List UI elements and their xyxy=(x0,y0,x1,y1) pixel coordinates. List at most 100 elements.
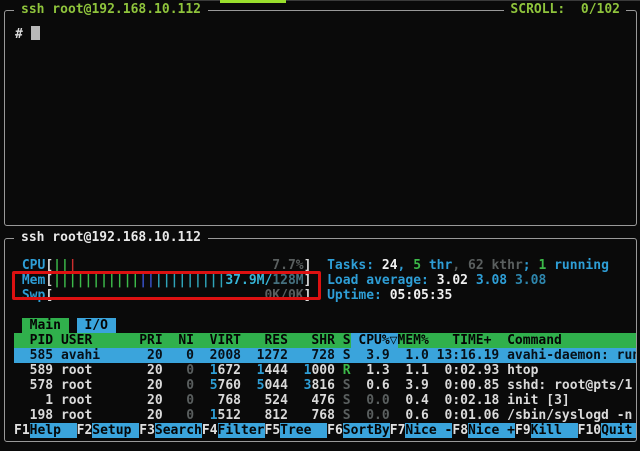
f6-sortby-button[interactable]: SortBy xyxy=(343,423,390,438)
threads-count: 5 xyxy=(413,258,421,273)
process-585-avahi: 585 avahi 20 0 2008 1272 728 S 3.9 1.0 1… xyxy=(14,348,636,363)
process-578-sshd: 578 root 20 xyxy=(14,378,178,393)
f3-key[interactable]: F3 xyxy=(139,423,155,438)
text-segment: S xyxy=(343,393,351,408)
text-segment xyxy=(288,378,304,393)
text-segment xyxy=(335,408,343,423)
text-segment xyxy=(14,288,22,303)
mem-total-value: 128M xyxy=(272,273,303,288)
process-row[interactable]: 198 root 20 0 1512 812 768 S 0.0 0.6 0:0… xyxy=(14,408,636,423)
process-row-selected[interactable]: 585 avahi 20 0 2008 1272 728 S 3.9 1.0 1… xyxy=(14,348,636,363)
text-segment xyxy=(335,363,343,378)
tab-bar: Main I/O xyxy=(14,318,636,333)
f4-key[interactable]: F4 xyxy=(202,423,218,438)
text-segment: 768 524 476 xyxy=(194,393,335,408)
f2-setup-button[interactable]: Setup xyxy=(92,423,139,438)
load-average-label: Load average: xyxy=(327,273,437,288)
text-segment xyxy=(194,363,210,378)
shell-prompt: # xyxy=(15,27,31,42)
f6-key[interactable]: F6 xyxy=(327,423,343,438)
f1-key[interactable]: F1 xyxy=(14,423,30,438)
text-segment: 000 xyxy=(311,363,334,378)
f8-nice-plus-button[interactable]: Nice + xyxy=(468,423,515,438)
process-1-init: 1 root 20 xyxy=(14,393,178,408)
text-segment: 0.6 0:01.06 /sbin/syslogd -n xyxy=(390,408,633,423)
cpu-bar-red: | xyxy=(69,258,77,273)
process-row[interactable]: 1 root 20 0 768 524 476 S 0.0 0.4 0:02.1… xyxy=(14,393,636,408)
function-key-bar: F1Help F2Setup F3SearchF4FilterF5Tree F6… xyxy=(14,423,636,438)
text-segment xyxy=(53,288,264,303)
f2-key[interactable]: F2 xyxy=(77,423,93,438)
text-segment xyxy=(77,258,273,273)
sort-column-cpu[interactable]: CPU%▽ xyxy=(351,333,398,348)
f9-kill-button[interactable]: Kill xyxy=(531,423,578,438)
text-segment: 512 xyxy=(218,408,241,423)
f7-key[interactable]: F7 xyxy=(390,423,406,438)
text-segment xyxy=(351,408,367,423)
f10-key[interactable]: F10 xyxy=(578,423,601,438)
tab-main[interactable]: Main xyxy=(22,318,69,333)
f9-key[interactable]: F9 xyxy=(515,423,531,438)
process-row[interactable]: 589 root 20 0 1672 1444 1000 R 1.3 1.1 0… xyxy=(14,363,636,378)
text-segment: 672 xyxy=(218,363,241,378)
load-avg-15min: 3.08 xyxy=(515,273,546,288)
text-segment: 0.6 3.9 0:00.85 sshd: root@pts/1 xyxy=(351,378,633,393)
text-segment: S xyxy=(343,408,351,423)
cpu-bar-green: || xyxy=(53,258,69,273)
scroll-indicator: SCROLL: 0/102 xyxy=(504,2,626,17)
f4-filter-button[interactable]: Filter xyxy=(218,423,265,438)
text-segment xyxy=(311,258,327,273)
process-row[interactable]: 578 root 20 0 5760 5044 3816 S 0.6 3.9 0… xyxy=(14,378,636,393)
text-segment: ; xyxy=(523,258,539,273)
text-segment: 5 xyxy=(210,378,218,393)
text-segment: 044 xyxy=(264,378,287,393)
text-segment: 0 xyxy=(178,393,194,408)
text-segment xyxy=(194,378,210,393)
mem-meter-line: Mem[||||||||||||||||||||||37.9M/128M] Lo… xyxy=(14,273,636,288)
text-segment xyxy=(351,393,367,408)
text-segment: 816 xyxy=(311,378,334,393)
f5-tree-button[interactable]: Tree xyxy=(280,423,327,438)
text-segment xyxy=(194,408,210,423)
text-segment: 444 xyxy=(264,363,287,378)
tasks-label: Tasks: xyxy=(327,258,382,273)
text-segment xyxy=(288,363,304,378)
f1-help-button[interactable]: Help xyxy=(30,423,77,438)
text-segment xyxy=(311,273,327,288)
text-segment xyxy=(335,393,343,408)
f7-nice-minus-button[interactable]: Nice - xyxy=(405,423,452,438)
kernel-threads-count: 62 kthr xyxy=(468,258,523,273)
cpu-percent-value: 7.7% xyxy=(272,258,303,273)
spacer-line xyxy=(14,303,636,318)
terminal-pane-bottom[interactable]: ssh root@192.168.10.112 CPU[||| 7.7%] Ta… xyxy=(4,238,637,442)
terminal-pane-top[interactable]: ssh root@192.168.10.112 SCROLL: 0/102 # xyxy=(4,10,637,226)
f3-search-button[interactable]: Search xyxy=(155,423,202,438)
text-segment: 0.0 xyxy=(366,408,389,423)
text-segment: [ xyxy=(45,288,53,303)
f5-key[interactable]: F5 xyxy=(265,423,281,438)
column-headers[interactable]: MEM% TIME+ Command xyxy=(398,333,562,348)
text-segment: , xyxy=(398,258,414,273)
text-segment xyxy=(14,318,22,333)
process-589-htop: 589 root 20 xyxy=(14,363,178,378)
column-headers[interactable]: PID USER PRI NI VIRT RES SHR S xyxy=(14,333,351,348)
text-segment xyxy=(14,273,22,288)
text-segment: , xyxy=(452,258,468,273)
text-segment: 0.4 0:02.18 init [3] xyxy=(390,393,570,408)
mem-bar-buffers: || xyxy=(139,273,155,288)
text-segment xyxy=(335,378,343,393)
text-segment: 0 xyxy=(178,378,194,393)
text-segment: running xyxy=(546,258,609,273)
bottom-pane-title: ssh root@192.168.10.112 xyxy=(14,230,208,245)
load-avg-5min: 3.08 xyxy=(476,273,515,288)
cpu-meter-label: CPU xyxy=(22,258,45,273)
f8-key[interactable]: F8 xyxy=(452,423,468,438)
text-segment xyxy=(14,303,22,318)
text-segment xyxy=(14,258,22,273)
tab-io[interactable]: I/O xyxy=(77,318,116,333)
text-segment: 1 xyxy=(210,363,218,378)
uptime-value: 05:05:35 xyxy=(390,288,453,303)
top-progress-artifact xyxy=(220,0,286,3)
f10-quit-button[interactable]: Quit xyxy=(601,423,636,438)
uptime-label: Uptime: xyxy=(327,288,390,303)
